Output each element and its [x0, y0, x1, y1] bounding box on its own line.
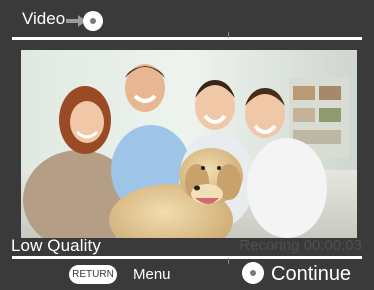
arrow-right-ok-icon [66, 10, 104, 32]
return-button[interactable]: RETURN [69, 265, 117, 284]
video-screen: Video Low Quality Recoring 00:00:03 RETU… [0, 0, 374, 290]
header-title: Video [22, 9, 66, 28]
footer-divider-tick [228, 258, 229, 264]
ok-button-icon[interactable] [242, 262, 264, 284]
header-divider-tick [228, 32, 229, 38]
header-divider [12, 37, 362, 40]
quality-label: Low Quality [11, 236, 101, 255]
ok-button-dot [250, 270, 256, 276]
footer-divider [12, 256, 362, 259]
menu-label: Menu [133, 266, 171, 283]
video-preview[interactable] [21, 50, 357, 238]
recording-timer: Recoring 00:00:03 [239, 237, 362, 254]
continue-label: Continue [271, 263, 352, 285]
header: Video [0, 0, 374, 38]
